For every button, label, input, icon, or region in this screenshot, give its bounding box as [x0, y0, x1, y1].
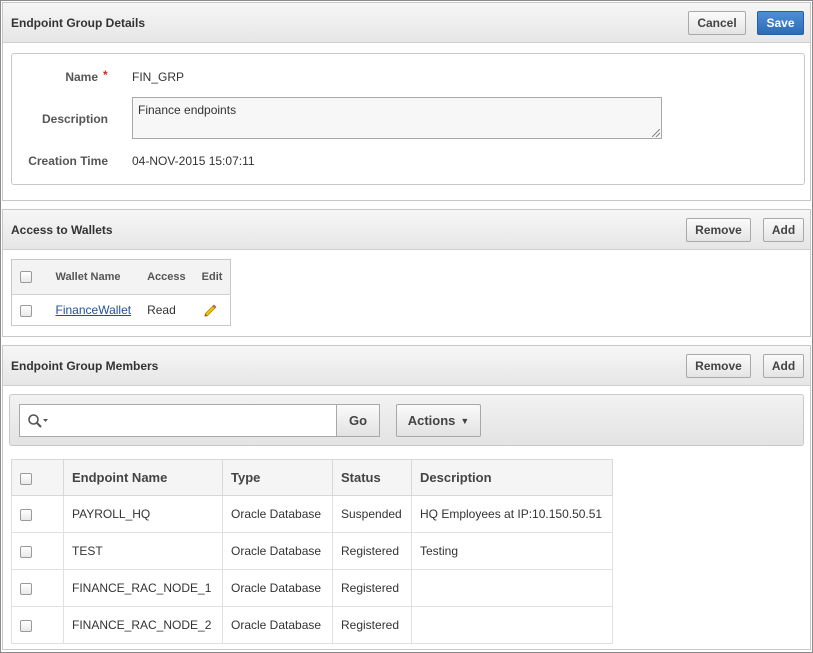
table-header-row: Wallet Name Access Edit — [11, 259, 231, 295]
magnifier-icon[interactable] — [27, 413, 51, 432]
status-cell: Registered — [332, 606, 412, 644]
required-indicator: * — [103, 68, 108, 82]
table-row: FINANCE_RAC_NODE_1 Oracle Database Regis… — [11, 569, 613, 607]
details-form: Name * FIN_GRP Description Finance endpo… — [11, 53, 805, 185]
type-cell: Oracle Database — [222, 495, 333, 533]
endpoint-group-details-region: Endpoint Group Details Cancel Save Name … — [2, 2, 811, 201]
access-cell: Read — [147, 303, 176, 317]
wallet-name-link[interactable]: FinanceWallet — [56, 303, 132, 317]
type-cell: Oracle Database — [222, 569, 333, 607]
column-header[interactable]: Type — [222, 459, 333, 496]
row-checkbox[interactable] — [20, 619, 32, 632]
endpoint-name-cell: FINANCE_RAC_NODE_1 — [63, 569, 223, 607]
endpoint-name-cell: PAYROLL_HQ — [63, 495, 223, 533]
description-text: Finance endpoints — [138, 103, 237, 117]
region-header: Endpoint Group Details Cancel Save — [3, 3, 810, 43]
pencil-icon[interactable] — [202, 302, 223, 318]
region-title: Endpoint Group Members — [11, 359, 159, 373]
row-checkbox[interactable] — [20, 545, 32, 558]
wallets-table: Wallet Name Access Edit FinanceWallet Re… — [11, 259, 232, 326]
region-header: Endpoint Group Members Remove Add — [3, 346, 810, 386]
table-row: TEST Oracle Database Registered Testing — [11, 532, 613, 570]
caret-down-icon: ▼ — [460, 415, 470, 426]
select-all-header — [11, 259, 48, 295]
column-header: Access — [139, 259, 194, 295]
select-all-checkbox[interactable] — [20, 472, 32, 485]
description-cell: Testing — [411, 532, 613, 570]
resize-grip-icon[interactable] — [652, 129, 660, 137]
region-title: Endpoint Group Details — [11, 16, 145, 30]
status-cell: Suspended — [332, 495, 412, 533]
column-header[interactable]: Description — [411, 459, 613, 496]
table-row: PAYROLL_HQ Oracle Database Suspended HQ … — [11, 495, 613, 533]
table-row: FINANCE_RAC_NODE_2 Oracle Database Regis… — [11, 606, 613, 644]
column-header: Wallet Name — [47, 259, 140, 295]
remove-member-button[interactable]: Remove — [686, 354, 751, 378]
description-cell — [411, 569, 613, 607]
creation-time-label: Creation Time — [28, 154, 108, 168]
actions-label: Actions — [407, 413, 456, 428]
select-all-checkbox[interactable] — [20, 271, 32, 284]
description-cell — [411, 606, 613, 644]
endpoint-group-members-region: Endpoint Group Members Remove Add Go Act… — [2, 345, 811, 650]
cancel-button[interactable]: Cancel — [688, 11, 746, 35]
table-header-row: Endpoint Name Type Status Description — [11, 459, 613, 496]
description-cell: HQ Employees at IP:10.150.50.51 — [411, 495, 613, 533]
select-all-header — [11, 459, 64, 496]
go-button[interactable]: Go — [336, 404, 380, 437]
creation-time-value: 04-NOV-2015 15:07:11 — [132, 154, 255, 168]
column-header: Edit — [193, 259, 231, 295]
name-value: FIN_GRP — [132, 70, 185, 84]
save-button[interactable]: Save — [757, 11, 804, 35]
name-label: Name — [65, 70, 98, 84]
actions-menu-button[interactable]: Actions ▼ — [396, 404, 481, 437]
type-cell: Oracle Database — [222, 532, 333, 570]
access-to-wallets-region: Access to Wallets Remove Add Wallet Name… — [2, 209, 811, 337]
table-row: FinanceWallet Read — [12, 295, 231, 326]
region-title: Access to Wallets — [11, 223, 113, 237]
region-header: Access to Wallets Remove Add — [3, 210, 810, 250]
endpoint-name-cell: FINANCE_RAC_NODE_2 — [63, 606, 223, 644]
row-checkbox[interactable] — [20, 304, 32, 317]
description-label: Description — [41, 112, 108, 126]
search-toolbar: Go Actions ▼ — [9, 394, 804, 446]
type-cell: Oracle Database — [222, 606, 333, 644]
add-wallet-button[interactable]: Add — [763, 218, 804, 242]
search-input[interactable] — [19, 404, 337, 437]
status-cell: Registered — [332, 532, 412, 570]
members-table: Endpoint Name Type Status Description PA… — [11, 459, 613, 644]
row-checkbox[interactable] — [20, 508, 32, 521]
column-header[interactable]: Endpoint Name — [63, 459, 223, 496]
endpoint-name-cell: TEST — [63, 532, 223, 570]
column-header[interactable]: Status — [332, 459, 412, 496]
remove-wallet-button[interactable]: Remove — [686, 218, 751, 242]
status-cell: Registered — [332, 569, 412, 607]
description-textarea[interactable]: Finance endpoints — [132, 97, 662, 139]
add-member-button[interactable]: Add — [763, 354, 804, 378]
row-checkbox[interactable] — [20, 582, 32, 595]
